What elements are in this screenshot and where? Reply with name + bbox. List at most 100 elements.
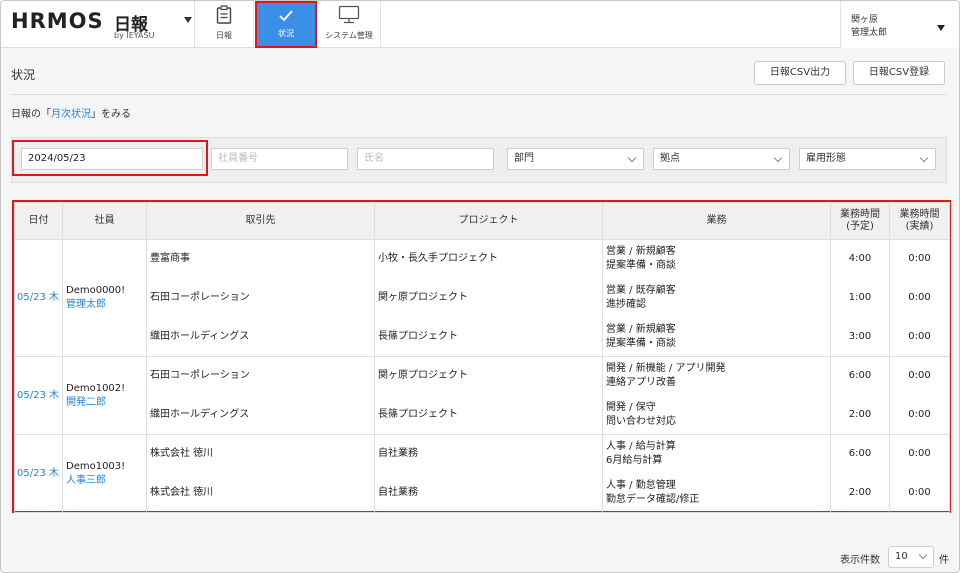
col-header-project: プロジェクト [374, 202, 603, 240]
nav-tab-label: 状況 [278, 29, 294, 38]
project-cell: 関ヶ原プロジェクト [374, 278, 603, 318]
client-cell: 株式会社 徳川 [146, 434, 375, 474]
table-header-row: 日付 社員 取引先 プロジェクト 業務 業務時間 (予定) 業務時間 (実績) [14, 202, 950, 240]
chevron-down-icon [773, 153, 783, 163]
nav-tab-label: システム管理 [325, 31, 373, 40]
task-cell: 営業 / 新規顧客 提案準備・商談 [602, 239, 831, 279]
table-row: 石田コーポレーション 関ヶ原プロジェクト 営業 / 既存顧客 進捗確認 1:00 0:00 [15, 278, 950, 318]
table-row: 05/23 木 Demo1003! 人事三郎 株式会社 徳川 自社業務 人事 / 給与計算… [14, 434, 950, 513]
chevron-down-icon [627, 153, 637, 163]
client-cell: 株式会社 徳川 [146, 473, 375, 513]
site-select[interactable]: 拠点 [653, 148, 790, 170]
product-switch-caret-icon[interactable] [184, 17, 192, 23]
task-cell: 営業 / 既存顧客 進捗確認 [602, 278, 831, 318]
status-table-container: 日付 社員 取引先 プロジェクト 業務 業務時間 (予定) 業務時間 (実績) … [12, 200, 951, 513]
employee-id: Demo0000! [66, 285, 126, 296]
page-title-bar: 状況 日報CSV出力 日報CSV登録 [11, 61, 947, 95]
name-input[interactable]: 氏名 [357, 148, 494, 170]
page-title: 状況 [11, 68, 36, 82]
nav-tab-nippo[interactable]: 日報 [195, 1, 253, 48]
employee-cell: Demo1003! 人事三郎 [62, 434, 147, 513]
csv-export-button[interactable]: 日報CSV出力 [754, 61, 846, 85]
employee-number-input[interactable]: 社員番号 [211, 148, 348, 170]
csv-import-button[interactable]: 日報CSV登録 [853, 61, 945, 85]
col-header-actual-hours: 業務時間 (実績) [889, 202, 950, 240]
date-link[interactable]: 05/23 木 [14, 356, 63, 435]
employee-cell: Demo1002! 開発二郎 [62, 356, 147, 435]
project-cell: 長篠プロジェクト [374, 395, 603, 435]
user-menu[interactable]: 関ヶ原 管理太郎 [840, 1, 959, 48]
chevron-down-icon [918, 550, 928, 560]
col-header-client: 取引先 [146, 202, 375, 240]
task-cell: 人事 / 給与計算 6月給与計算 [602, 434, 831, 474]
table-row: 織田ホールディングス 長篠プロジェクト 開発 / 保守 問い合わせ対応 2:00 0:00 [15, 395, 950, 435]
task-detail: 勤怠データ確認/修正 [606, 493, 700, 505]
user-name: 管理太郎 [851, 28, 888, 38]
task-category: 営業 / 新規顧客 [606, 246, 676, 258]
user-org: 関ヶ原 [851, 15, 879, 25]
per-page-select[interactable]: 10 [888, 546, 934, 568]
task-detail: 問い合わせ対応 [606, 415, 676, 427]
nav-divider [380, 1, 381, 48]
nav-tab-label: 日報 [216, 31, 232, 40]
project-cell: 小牧・長久手プロジェクト [374, 239, 603, 279]
planned-hours-cell: 2:00 [830, 395, 890, 435]
actual-hours-cell: 0:00 [889, 278, 950, 318]
task-category: 人事 / 勤怠管理 [606, 479, 676, 491]
table-row: 株式会社 徳川 自社業務 人事 / 勤怠管理 勤怠データ確認/修正 2:00 0:00 [15, 473, 950, 513]
logo-wordmark: HRMOS [11, 9, 104, 33]
task-category: 営業 / 新規顧客 [606, 323, 676, 335]
chevron-down-icon[interactable] [937, 25, 945, 31]
task-detail: 提案準備・商談 [606, 337, 676, 349]
employment-type-select[interactable]: 雇用形態 [799, 148, 936, 170]
status-table: 日付 社員 取引先 プロジェクト 業務 業務時間 (予定) 業務時間 (実績) … [14, 202, 950, 513]
task-category: 営業 / 既存顧客 [606, 285, 676, 296]
app-window: HRMOS 日報 by IEYASU 日報 状況 システム管理 関ヶ原 管理太郎… [0, 0, 960, 573]
task-detail: 進捗確認 [606, 299, 646, 310]
date-link[interactable]: 05/23 木 [14, 434, 63, 513]
monthly-status-line: 日報の「月次状況」をみる [11, 105, 131, 120]
date-link[interactable]: 05/23 木 [14, 239, 63, 357]
logo-byline: by IEYASU [114, 31, 155, 40]
per-page-value: 10 [895, 551, 908, 562]
task-detail: 提案準備・商談 [606, 260, 676, 272]
client-cell: 石田コーポレーション [146, 278, 375, 318]
site-select-value: 拠点 [660, 153, 680, 164]
project-cell: 自社業務 [374, 473, 603, 513]
date-highlight-box [12, 140, 208, 176]
actual-hours-cell: 0:00 [889, 239, 950, 279]
client-cell: 織田ホールディングス [146, 317, 375, 357]
actual-hours-cell: 0:00 [889, 473, 950, 513]
planned-hours-cell: 2:00 [830, 473, 890, 513]
app-logo[interactable]: HRMOS 日報 by IEYASU [11, 9, 192, 41]
task-category: 開発 / 保守 [606, 401, 656, 413]
employee-name-link[interactable]: 開発二郎 [66, 396, 143, 410]
project-cell: 自社業務 [374, 434, 603, 474]
department-select[interactable]: 部門 [507, 148, 644, 170]
planned-hours-cell: 6:00 [830, 356, 890, 396]
per-page-unit: 件 [939, 555, 949, 566]
monthly-status-link[interactable]: 月次状況 [51, 109, 91, 120]
department-select-value: 部門 [514, 153, 534, 164]
per-page-label: 表示件数 [840, 555, 880, 566]
project-cell: 関ヶ原プロジェクト [374, 356, 603, 396]
table-row: 織田ホールディングス 長篠プロジェクト 営業 / 新規顧客 提案準備・商談 3:00 0:… [15, 317, 950, 357]
planned-hours-cell: 3:00 [830, 317, 890, 357]
employee-cell: Demo0000! 管理太郎 [62, 239, 147, 357]
nav-tab-status[interactable]: 状況 [255, 1, 317, 48]
col-header-date: 日付 [14, 202, 63, 240]
employee-name-link[interactable]: 管理太郎 [66, 298, 143, 312]
employee-name-link[interactable]: 人事三郎 [66, 474, 143, 488]
task-category: 開発 / 新機能 / アプリ開発 [606, 363, 726, 375]
employment-type-select-value: 雇用形態 [806, 153, 846, 164]
nav-tab-system-admin[interactable]: システム管理 [319, 1, 379, 48]
task-cell: 人事 / 勤怠管理勤怠データ確認/修正 [602, 473, 831, 513]
task-detail: 連絡アプリ改善 [606, 377, 676, 389]
employee-id: Demo1003! [66, 460, 126, 472]
client-cell: 石田コーポレーション [146, 356, 375, 396]
employee-id: Demo1002! [66, 382, 126, 394]
task-cell: 開発 / 保守問い合わせ対応 [602, 395, 831, 435]
top-header: HRMOS 日報 by IEYASU 日報 状況 システム管理 関ヶ原 管理太郎 [1, 1, 959, 48]
task-cell: 開発 / 新機能 / アプリ開発 連絡アプリ改善 [602, 356, 831, 396]
planned-hours-cell: 1:00 [830, 278, 890, 318]
